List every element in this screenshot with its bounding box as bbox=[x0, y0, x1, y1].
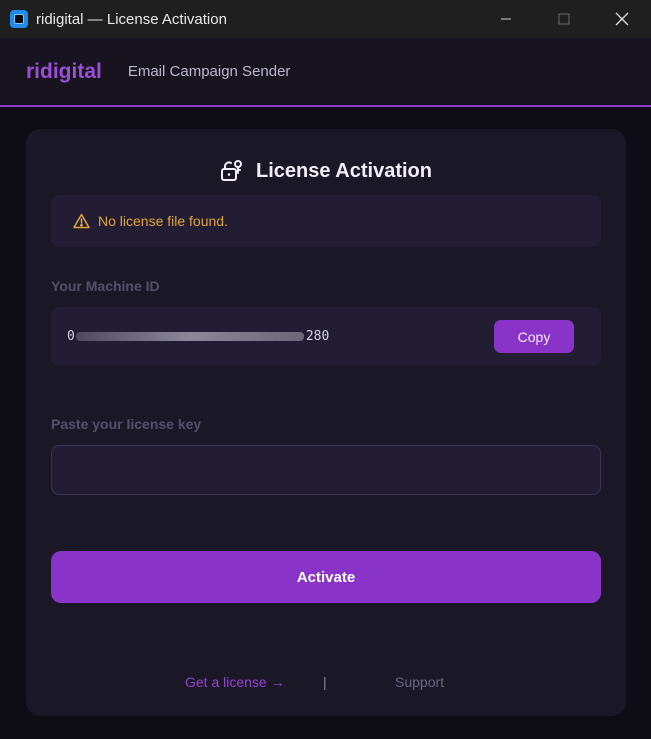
get-license-link[interactable]: Get a license → bbox=[185, 674, 285, 690]
app-header: ridigital Email Campaign Sender bbox=[0, 38, 651, 107]
license-alert: No license file found. bbox=[51, 195, 601, 247]
activate-button[interactable]: Activate bbox=[51, 551, 601, 603]
close-icon bbox=[615, 12, 629, 26]
window-titlebar: ridigital — License Activation bbox=[0, 0, 651, 39]
machine-id-label: Your Machine ID bbox=[51, 278, 160, 294]
machine-id-suffix: 280 bbox=[305, 329, 330, 344]
card-title-text: License Activation bbox=[256, 159, 432, 182]
minimize-icon bbox=[501, 18, 511, 20]
app-subtitle: Email Campaign Sender bbox=[127, 63, 291, 80]
window-title: ridigital — License Activation bbox=[36, 10, 227, 28]
machine-id-prefix: 0 bbox=[67, 329, 75, 344]
app-icon bbox=[10, 10, 28, 28]
copy-button[interactable]: Copy bbox=[494, 320, 574, 353]
maximize-icon bbox=[558, 13, 570, 25]
close-button[interactable] bbox=[593, 0, 651, 38]
machine-id-box: 0 280 Copy bbox=[51, 307, 601, 366]
warning-icon bbox=[73, 213, 90, 229]
maximize-button[interactable] bbox=[535, 0, 593, 38]
lock-key-icon bbox=[221, 160, 242, 181]
footer-separator: | bbox=[323, 674, 327, 690]
license-key-input[interactable] bbox=[51, 445, 601, 495]
license-card: License Activation No license file found… bbox=[26, 129, 626, 716]
card-title: License Activation bbox=[26, 159, 626, 183]
machine-id-redacted bbox=[75, 332, 304, 341]
license-key-label: Paste your license key bbox=[51, 416, 202, 432]
brand-logo: ridigital bbox=[26, 59, 102, 83]
alert-text: No license file found. bbox=[98, 213, 228, 229]
support-link[interactable]: Support bbox=[395, 674, 444, 690]
window-controls bbox=[477, 0, 651, 38]
machine-id-value[interactable]: 0 280 bbox=[67, 329, 329, 344]
minimize-button[interactable] bbox=[477, 0, 535, 38]
